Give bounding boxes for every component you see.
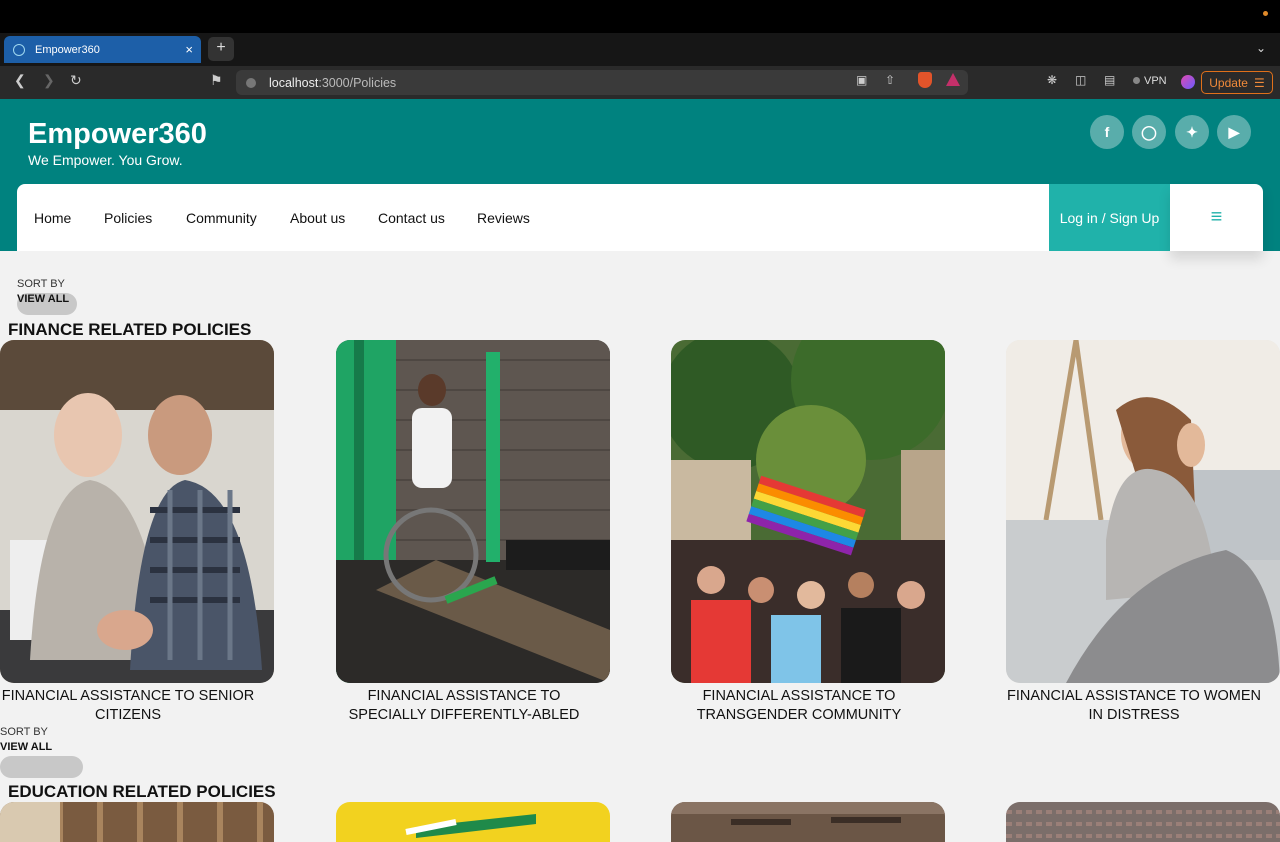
policy-caption[interactable]: FINANCIAL ASSISTANCE TO WOMEN IN DISTRESS [997, 687, 1271, 725]
tab-strip: Empower360 × + ⌄ [0, 33, 1280, 66]
react-favicon-icon [13, 43, 25, 56]
books-photo [336, 802, 610, 842]
nav-reviews[interactable]: Reviews [477, 210, 530, 226]
site-logo[interactable]: Empower360 [28, 118, 207, 151]
vpn-button[interactable]: VPN [1133, 75, 1167, 87]
main-nav: Home Policies Community About us Contact… [17, 184, 1263, 251]
section-title: EDUCATION RELATED POLICIES [8, 782, 276, 801]
pride-parade-photo [671, 340, 945, 683]
caption-line: FINANCIAL ASSISTANCE TO SENIOR [1, 688, 255, 704]
brave-shields-icon[interactable] [918, 72, 932, 88]
site-info-icon[interactable] [246, 77, 256, 88]
browser-tab[interactable]: Empower360 × [4, 36, 201, 63]
caption-line: TRANSGENDER COMMUNITY [696, 707, 902, 723]
classroom-photo [671, 802, 945, 842]
nav-policies[interactable]: Policies [104, 210, 152, 226]
caption-line: FINANCIAL ASSISTANCE TO WOMEN [1006, 688, 1262, 704]
url-host: localhost [269, 75, 319, 90]
login-signup-button[interactable]: Log in / Sign Up [1049, 184, 1170, 251]
view-all-button[interactable]: VIEW ALL [0, 741, 52, 753]
share-icon[interactable]: ⇧ [885, 73, 895, 87]
policy-caption[interactable]: FINANCIAL ASSISTANCE TO SENIOR CITIZENS [0, 687, 265, 725]
back-icon[interactable]: ❮ [14, 72, 26, 89]
caption-line: CITIZENS [94, 707, 162, 723]
caption-line: SPECIALLY DIFFERENTLY-ABLED [348, 707, 580, 723]
nav-contact-us[interactable]: Contact us [378, 210, 445, 226]
menu-icon: ☰ [1253, 75, 1265, 90]
browser-toolbar: ❮ ❯ ↻ ⚑ localhost:3000/Policies ▣ ⇧ ❋ ◫ … [0, 66, 1280, 99]
library-photo [0, 802, 274, 842]
sort-pill[interactable] [0, 756, 83, 778]
view-all-button[interactable]: VIEW ALL [17, 293, 69, 305]
nav-about-us[interactable]: About us [290, 210, 345, 226]
policy-card-differently-abled[interactable] [336, 340, 610, 683]
cast-icon[interactable]: ▣ [856, 73, 867, 87]
sidebar-icon[interactable]: ◫ [1075, 73, 1086, 87]
brave-rewards-icon[interactable] [946, 73, 960, 86]
window-titlebar [0, 0, 1280, 33]
site-tagline: We Empower. You Grow. [28, 152, 183, 168]
section-title: FINANCE RELATED POLICIES [8, 320, 252, 339]
policy-card[interactable] [671, 802, 945, 842]
hamburger-menu-icon[interactable]: ≡ [1170, 184, 1263, 251]
policy-card[interactable] [336, 802, 610, 842]
instagram-icon[interactable]: ◯ [1132, 115, 1166, 149]
wheelchair-gym-photo [336, 340, 610, 683]
new-tab-button[interactable]: + [208, 37, 234, 61]
site-header: Empower360 We Empower. You Grow. f ◯ ✦ ▶… [0, 99, 1280, 251]
senior-citizens-photo [0, 340, 274, 683]
sort-by-label: SORT BY [0, 726, 48, 738]
caption-line: FINANCIAL ASSISTANCE TO [367, 688, 561, 704]
tab-title: Empower360 [35, 43, 100, 56]
close-tab-icon[interactable]: × [185, 42, 193, 57]
woman-distress-photo [1006, 340, 1280, 683]
update-label: Update [1209, 75, 1248, 90]
policy-caption[interactable]: FINANCIAL ASSISTANCE TO SPECIALLY DIFFERE… [327, 687, 601, 725]
wallet-icon[interactable]: ▤ [1104, 73, 1115, 87]
url-path: :3000/Policies [318, 75, 397, 90]
caption-line: FINANCIAL ASSISTANCE TO [702, 688, 896, 704]
policy-card-transgender-community[interactable] [671, 340, 945, 683]
nav-home[interactable]: Home [34, 210, 71, 226]
lecture-hall-photo [1006, 802, 1280, 842]
extensions-icon[interactable]: ❋ [1047, 73, 1057, 87]
tab-list-chevron-icon[interactable]: ⌄ [1256, 41, 1266, 55]
profile-icon[interactable] [1181, 75, 1195, 89]
update-button[interactable]: Update ☰ [1201, 71, 1273, 94]
forward-icon[interactable]: ❯ [43, 72, 55, 89]
twitter-icon[interactable]: ✦ [1175, 115, 1209, 149]
caption-line: IN DISTRESS [1088, 707, 1180, 723]
policy-card[interactable] [0, 802, 274, 842]
bookmark-icon[interactable]: ⚑ [210, 72, 223, 89]
reload-icon[interactable]: ↻ [70, 72, 82, 89]
sort-by-label: SORT BY [17, 278, 65, 290]
policy-card-women-in-distress[interactable] [1006, 340, 1280, 683]
policy-card-senior-citizens[interactable] [0, 340, 274, 683]
notification-dot [1263, 11, 1268, 16]
policy-card[interactable] [1006, 802, 1280, 842]
policy-caption[interactable]: FINANCIAL ASSISTANCE TO TRANSGENDER COMMU… [662, 687, 936, 725]
nav-community[interactable]: Community [186, 210, 257, 226]
youtube-icon[interactable]: ▶ [1217, 115, 1251, 149]
facebook-icon[interactable]: f [1090, 115, 1124, 149]
